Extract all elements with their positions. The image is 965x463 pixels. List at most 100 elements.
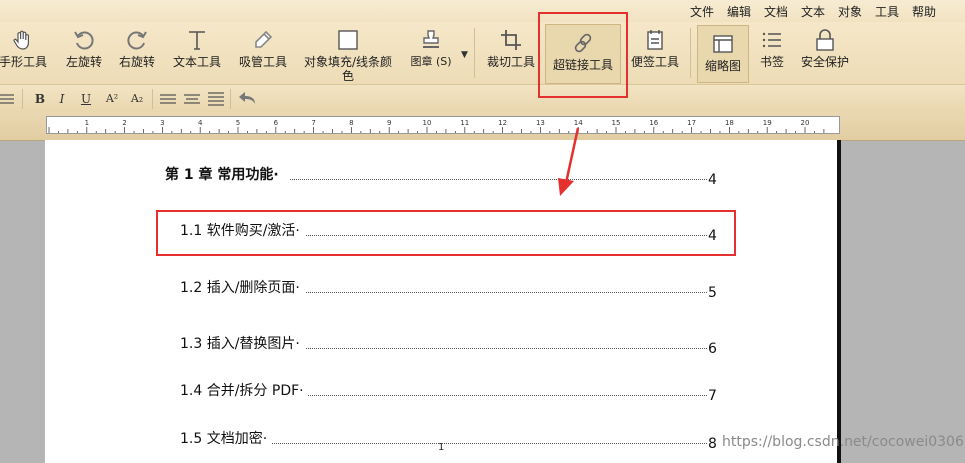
- ruler-label: 18: [725, 119, 734, 127]
- bookmarks-label: 书签: [759, 55, 784, 69]
- align-left-icon[interactable]: [160, 92, 176, 106]
- toc-entry[interactable]: 1.3 插入/替换图片· 6: [180, 333, 725, 357]
- bookmark-list-icon: [762, 32, 781, 48]
- ruler-label: 19: [763, 119, 772, 127]
- superscript-button[interactable]: A²: [101, 90, 123, 108]
- toc-leader-dots: [308, 394, 707, 396]
- rotate-right-label: 右旋转: [118, 55, 155, 69]
- format-toolbar: B I U A² A₂: [0, 84, 965, 113]
- ruler-label: 10: [423, 119, 432, 127]
- toc-leader-dots: [290, 178, 707, 180]
- menu-file[interactable]: 文件: [690, 3, 714, 20]
- italic-button[interactable]: I: [53, 90, 71, 108]
- ruler-label: 6: [274, 119, 279, 127]
- object-fill-button[interactable]: 对象填充/线条颜色: [300, 22, 396, 83]
- fill-square-icon: [338, 30, 358, 50]
- menu-object[interactable]: 对象: [838, 3, 862, 20]
- text-tool-button[interactable]: 文本工具: [168, 22, 226, 82]
- rotate-left-icon: [74, 31, 94, 50]
- menu-edit[interactable]: 编辑: [727, 3, 751, 20]
- stamp-button[interactable]: 图章 (S): [402, 22, 460, 82]
- thumbnails-button[interactable]: 缩略图: [697, 25, 749, 83]
- rotate-right-button[interactable]: 右旋转: [112, 22, 162, 82]
- toc-entry[interactable]: 1.4 合并/拆分 PDF· 7: [180, 380, 725, 404]
- toc-entry[interactable]: 1.2 插入/删除页面· 5: [180, 277, 725, 301]
- toc-entry[interactable]: 1.5 文档加密· 8: [180, 428, 725, 452]
- toc-entry-highlight-box: [156, 210, 736, 256]
- menu-tools[interactable]: 工具: [875, 3, 899, 20]
- eyedropper-icon: [255, 30, 273, 48]
- align-center-icon[interactable]: [184, 92, 200, 106]
- toc-title: 1.3 插入/替换图片·: [180, 336, 300, 352]
- underline-button[interactable]: U: [77, 90, 95, 108]
- format-separator: [230, 89, 231, 109]
- note-icon: [647, 30, 663, 50]
- toc-entry[interactable]: 第 1 章 常用功能· 4: [165, 164, 725, 188]
- stamp-icon: [423, 30, 439, 48]
- security-button[interactable]: 安全保护: [798, 22, 852, 82]
- watermark-text: https://blog.csdn.net/cocowei0306: [722, 434, 964, 450]
- ruler-label: 2: [122, 119, 126, 127]
- toc-leader-dots: [306, 291, 707, 293]
- thumbnail-icon: [713, 35, 733, 53]
- ruler-label: 16: [649, 119, 658, 127]
- ruler-label: 17: [687, 119, 696, 127]
- document-page: [45, 140, 837, 463]
- menu-text[interactable]: 文本: [801, 3, 825, 20]
- toc-title: 1.4 合并/拆分 PDF·: [180, 383, 304, 399]
- ruler-label: 15: [612, 119, 621, 127]
- toc-leader-dots: [272, 442, 707, 444]
- ruler-label: 9: [387, 119, 391, 127]
- ruler-label: 8: [349, 119, 353, 127]
- ruler-label: 12: [498, 119, 507, 127]
- toc-page-number: 4: [708, 172, 717, 188]
- toc-title: 1.5 文档加密·: [180, 431, 268, 447]
- toc-page-number: 5: [708, 285, 717, 301]
- bookmarks-button[interactable]: 书签: [752, 22, 792, 82]
- hyperlink-highlight-box: [538, 12, 628, 98]
- toc-page-number: 6: [708, 341, 717, 357]
- horizontal-ruler[interactable]: 1 2 3 4 5 6 7 8 9 10 11 12 13 14 15 16 17 18 19 20: [46, 116, 840, 134]
- rotate-left-button[interactable]: 左旋转: [58, 22, 110, 82]
- ruler-label: 14: [574, 119, 583, 127]
- sticky-note-button[interactable]: 便签工具: [626, 22, 684, 82]
- text-icon: [189, 31, 205, 50]
- rotate-right-icon: [127, 31, 147, 50]
- bold-button[interactable]: B: [31, 90, 49, 108]
- toc-title: 1.2 插入/删除页面·: [180, 280, 300, 296]
- ruler-ticks: 1 2 3 4 5 6 7 8 9 10 11 12 13 14 15 16 17 18 19 20: [48, 119, 825, 133]
- ruler-label: 1: [85, 119, 89, 127]
- crop-icon: [501, 30, 521, 50]
- menu-bar: 文件 编辑 文档 文本 对象 工具 帮助: [0, 0, 965, 22]
- toolbar-separator: [690, 28, 691, 78]
- ruler-label: 7: [311, 119, 315, 127]
- security-label: 安全保护: [800, 55, 849, 69]
- undo-arrow-icon[interactable]: [238, 90, 256, 106]
- toolbar-separator: [474, 28, 475, 78]
- stamp-dropdown-arrow[interactable]: ▼: [461, 50, 468, 60]
- crop-tool-label: 裁切工具: [486, 55, 535, 69]
- ruler-label: 4: [198, 119, 203, 127]
- format-separator: [22, 89, 23, 109]
- ribbon-toolbar: 手形工具 左旋转 右旋转 文本工具 吸管工具 对象填充/线条颜色 图章 (S) …: [0, 22, 965, 84]
- text-tool-label: 文本工具: [172, 55, 221, 69]
- object-fill-label: 对象填充/线条颜色: [303, 55, 393, 83]
- ruler-label: 20: [801, 119, 810, 127]
- toc-page-number: 8: [708, 436, 717, 452]
- hand-tool-button[interactable]: 手形工具: [0, 22, 50, 82]
- eyedropper-tool-button[interactable]: 吸管工具: [234, 22, 292, 82]
- eyedropper-tool-label: 吸管工具: [238, 55, 287, 69]
- ruler-label: 3: [160, 119, 164, 127]
- menu-document[interactable]: 文档: [764, 3, 788, 20]
- crop-tool-button[interactable]: 裁切工具: [482, 22, 540, 82]
- sticky-note-label: 便签工具: [630, 55, 679, 69]
- menu-help[interactable]: 帮助: [912, 3, 936, 20]
- align-lines-icon[interactable]: [0, 92, 14, 106]
- stamp-label: 图章 (S): [410, 55, 452, 68]
- thumbnails-label: 缩略图: [704, 59, 741, 73]
- hand-icon: [13, 30, 29, 50]
- subscript-button[interactable]: A₂: [126, 90, 148, 108]
- align-justify-icon[interactable]: [208, 92, 224, 106]
- toc-page-number: 7: [708, 388, 717, 404]
- ruler-label: 13: [536, 119, 545, 127]
